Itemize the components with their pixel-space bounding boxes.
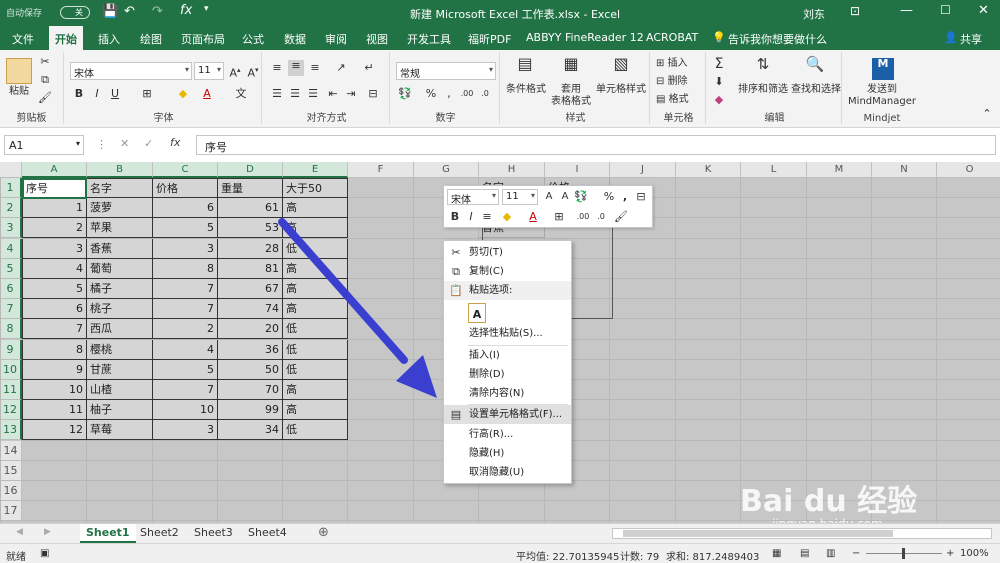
sheet-tab-2[interactable]: Sheet2	[134, 524, 185, 543]
zoom-out-icon[interactable]: −	[852, 548, 860, 559]
sheet-tab-4[interactable]: Sheet4	[242, 524, 293, 543]
zoom-in-icon[interactable]: +	[946, 548, 954, 559]
status-count: 计数: 79	[620, 552, 660, 563]
page-break-view-icon[interactable]: ▥	[826, 548, 835, 559]
sheet-tab-3[interactable]: Sheet3	[188, 524, 239, 543]
status-sum: 求和: 817.2489403	[666, 552, 760, 563]
sheet-tab-bar: ◀ ▶ Sheet1 Sheet2 Sheet3 Sheet4 ⊕	[0, 523, 1000, 543]
macro-record-icon[interactable]: ▣	[40, 548, 49, 559]
scroll-prev-icon[interactable]: ◀	[16, 527, 23, 537]
arrow-shaft	[278, 218, 408, 364]
zoom-level[interactable]: 100%	[960, 548, 989, 559]
scrollbar-thumb[interactable]	[623, 530, 893, 537]
status-average: 平均值: 22.70135945	[516, 552, 620, 563]
zoom-slider-thumb[interactable]	[902, 548, 905, 559]
normal-view-icon[interactable]: ▦	[772, 548, 781, 559]
status-bar: 就绪 ▣ 平均值: 22.70135945 计数: 79 求和: 817.248…	[0, 543, 1000, 563]
ready-status: 就绪	[6, 552, 26, 563]
watermark-brand: Bai du 经验	[740, 484, 918, 519]
scroll-next-icon[interactable]: ▶	[44, 527, 51, 537]
page-layout-view-icon[interactable]: ▤	[800, 548, 809, 559]
add-sheet-icon[interactable]: ⊕	[318, 525, 329, 540]
horizontal-scrollbar[interactable]	[612, 528, 992, 539]
sheet-tab-1[interactable]: Sheet1	[80, 524, 136, 543]
